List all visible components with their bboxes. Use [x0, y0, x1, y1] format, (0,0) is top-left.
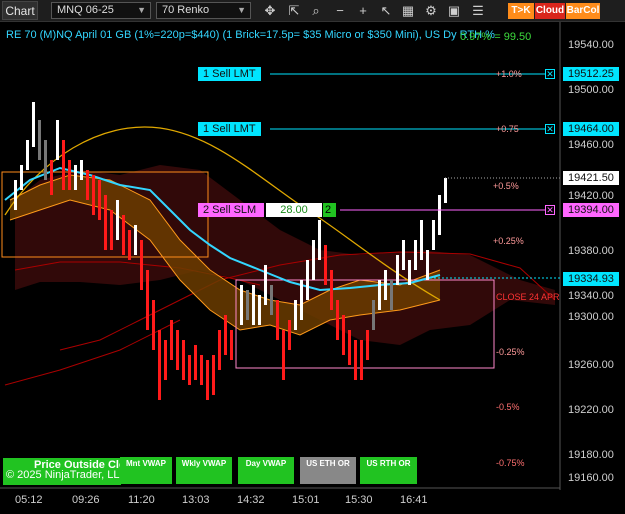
close-icon[interactable]: ✕ [545, 124, 555, 134]
last-price-tag: 19334.93 [563, 272, 619, 286]
sell-limit-order-1[interactable]: 1 Sell LMT [198, 67, 261, 81]
time-axis-label: 11:20 [128, 494, 155, 506]
time-axis-label: 09:26 [72, 494, 100, 506]
price-axis-label: 19160.00 [568, 472, 614, 484]
us-rth-or-button[interactable]: US RTH OR [360, 457, 417, 484]
price-axis-label: 19260.00 [568, 359, 614, 371]
pct-level: -0.5% [496, 402, 520, 412]
day-vwap-button[interactable]: Day VWAP [238, 457, 294, 484]
pct-level-1: +1.0% [496, 69, 522, 79]
time-axis-label: 15:01 [292, 494, 320, 506]
copyright-text: © 2025 NinjaTrader, LLC [6, 469, 128, 481]
time-axis-label: 16:41 [400, 494, 428, 506]
pct-level: +0.5% [493, 181, 519, 191]
sell-stop-order[interactable]: 2 Sell SLM [198, 203, 264, 217]
price-axis-label: 19460.00 [568, 139, 614, 151]
order-price-tag-1: 19512.25 [563, 67, 619, 81]
time-axis-label: 15:30 [345, 494, 373, 506]
order-quantity[interactable]: 2 [323, 203, 336, 217]
close-icon[interactable]: ✕ [545, 69, 555, 79]
price-axis-label: 19180.00 [568, 449, 614, 461]
pct-level: +0.25% [493, 236, 524, 246]
pct-level: -0.75% [496, 458, 525, 468]
order-price-value[interactable]: 28.00 [266, 203, 322, 217]
percent-readout: 0.97% = 99.50 [460, 31, 532, 43]
monthly-vwap-button[interactable]: Mnt VWAP [120, 457, 172, 484]
time-axis-label: 05:12 [15, 494, 43, 506]
close-level-label: CLOSE 24 APR [496, 292, 560, 302]
price-axis-label: 19540.00 [568, 39, 614, 51]
us-eth-or-button[interactable]: US ETH OR [300, 457, 356, 484]
chart-title: RE 70 (M)NQ April 01 GB (1%=220p=$440) (… [6, 29, 495, 41]
price-axis-label: 19380.00 [568, 245, 614, 257]
price-axis-label: 19420.00 [568, 190, 614, 202]
order-price-tag-3: 19394.00 [563, 203, 619, 217]
time-axis-label: 13:03 [182, 494, 210, 506]
order-price-tag-2: 19464.00 [563, 122, 619, 136]
close-icon[interactable]: ✕ [545, 205, 555, 215]
sell-limit-order-2[interactable]: 1 Sell LMT [198, 122, 261, 136]
current-price-tag: 19421.50 [563, 171, 619, 185]
pct-level-2: +0.75 [496, 124, 519, 134]
weekly-vwap-button[interactable]: Wkly VWAP [176, 457, 232, 484]
price-chart[interactable] [0, 0, 625, 514]
price-axis-label: 19220.00 [568, 404, 614, 416]
price-axis-label: 19300.00 [568, 311, 614, 323]
price-axis-label: 19500.00 [568, 84, 614, 96]
time-axis-label: 14:32 [237, 494, 265, 506]
price-axis-label: 19340.00 [568, 290, 614, 302]
pct-level: -0.25% [496, 347, 525, 357]
